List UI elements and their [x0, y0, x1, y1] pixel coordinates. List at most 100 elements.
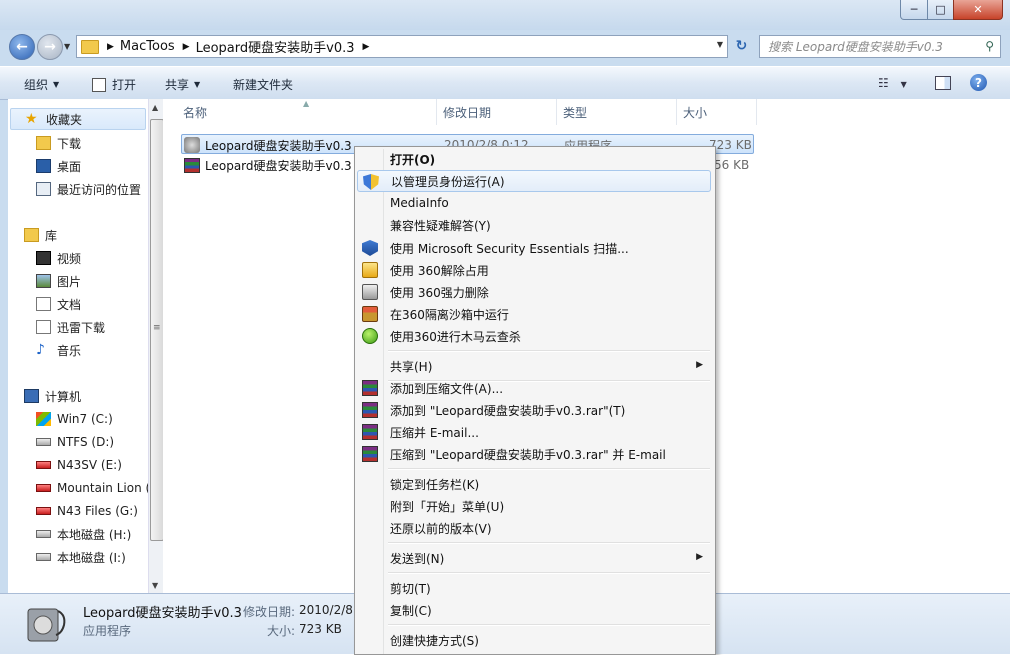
- sidebar-item-label: 本地磁盘 (H:): [57, 527, 132, 542]
- sidebar-item-label: 本地磁盘 (I:): [57, 550, 126, 565]
- column-header-type[interactable]: 类型: [557, 99, 677, 125]
- menu-item-label: 以管理员身份运行(A): [391, 174, 505, 189]
- application-icon: [92, 77, 106, 92]
- menu-separator: [388, 468, 710, 470]
- menu-item-360-cloud-scan[interactable]: 使用360进行木马云查杀: [357, 325, 711, 347]
- sidebar-item-favorites[interactable]: ★ 收藏夹: [10, 108, 146, 130]
- file-name-cell: Leopard硬盘安装助手v0.3: [184, 155, 352, 175]
- menu-item-mse-scan[interactable]: 使用 Microsoft Security Essentials 扫描...: [357, 237, 711, 259]
- breadcrumb-item-current[interactable]: Leopard硬盘安装助手v0.3: [196, 37, 355, 56]
- music-note-icon: ♪: [36, 342, 45, 358]
- sidebar-item-drive-g[interactable]: N43 Files (G:): [36, 500, 148, 522]
- details-date-label: 修改日期:: [243, 605, 296, 619]
- recent-locations-dropdown-icon[interactable]: ▼: [64, 42, 70, 51]
- 360-unlock-icon: [362, 262, 378, 278]
- search-icon[interactable]: ⚲: [985, 39, 994, 53]
- sidebar-item-label: 下载: [57, 136, 82, 151]
- address-bar[interactable]: ▶ MacToos ▶ Leopard硬盘安装助手v0.3 ▶ ▼: [76, 35, 728, 58]
- menu-item-restore-versions[interactable]: 还原以前的版本(V): [357, 517, 711, 539]
- menu-item-label: 共享(H): [390, 359, 433, 374]
- breadcrumb-chevron-icon[interactable]: ▶: [363, 42, 370, 52]
- maximize-button[interactable]: □: [927, 0, 954, 20]
- sidebar-item-computer[interactable]: 计算机: [24, 385, 148, 407]
- sidebar-item-documents[interactable]: 文档: [36, 293, 148, 315]
- sort-ascending-icon: ▲: [303, 99, 310, 108]
- menu-item-pin-taskbar[interactable]: 锁定到任务栏(K): [357, 473, 711, 495]
- file-size: 56 KB: [714, 158, 750, 172]
- details-file-name: Leopard硬盘安装助手v0.3: [83, 606, 242, 621]
- winrar-icon: [362, 446, 378, 462]
- column-header-label: 类型: [563, 105, 588, 120]
- menu-item-share[interactable]: 共享(H) ▶: [357, 355, 711, 377]
- search-input[interactable]: 搜索 Leopard硬盘安装助手v0.3 ⚲: [759, 35, 1001, 58]
- menu-item-run-as-admin[interactable]: 以管理员身份运行(A): [357, 170, 711, 192]
- menu-item-360-unlock[interactable]: 使用 360解除占用: [357, 259, 711, 281]
- menu-item-compress-rar-email[interactable]: 压缩到 "Leopard硬盘安装助手v0.3.rar" 并 E-mail: [357, 443, 711, 465]
- menu-item-mediainfo[interactable]: MediaInfo: [357, 192, 711, 214]
- sidebar-item-videos[interactable]: 视频: [36, 247, 148, 269]
- column-header-size[interactable]: 大小: [677, 99, 757, 125]
- sidebar-item-drive-f[interactable]: Mountain Lion (: [36, 477, 148, 499]
- menu-item-copy[interactable]: 复制(C): [357, 599, 711, 621]
- refresh-button[interactable]: ↻: [731, 35, 752, 56]
- column-header-label: 大小: [683, 105, 708, 120]
- new-folder-button[interactable]: 新建文件夹: [233, 76, 293, 93]
- menu-item-cut[interactable]: 剪切(T): [357, 577, 711, 599]
- sidebar-item-thunder-downloads[interactable]: 迅雷下载: [36, 316, 148, 338]
- sidebar-item-pictures[interactable]: 图片: [36, 270, 148, 292]
- sidebar-item-libraries[interactable]: 库: [24, 224, 148, 246]
- menu-item-compatibility[interactable]: 兼容性疑难解答(Y): [357, 214, 711, 236]
- sidebar-group-label: 库: [45, 228, 58, 243]
- change-view-button[interactable]: ☷ ▼: [878, 76, 907, 90]
- sidebar-item-drive-c[interactable]: Win7 (C:): [36, 408, 148, 430]
- menu-item-label: 发送到(N): [390, 551, 445, 566]
- menu-item-label: 在360隔离沙箱中运行: [390, 307, 509, 322]
- menu-item-add-to-archive[interactable]: 添加到压缩文件(A)...: [357, 377, 711, 399]
- scroll-up-icon[interactable]: ▲: [152, 103, 158, 112]
- 360-shred-icon: [362, 284, 378, 300]
- menu-item-360-sandbox[interactable]: 在360隔离沙箱中运行: [357, 303, 711, 325]
- scroll-down-icon[interactable]: ▼: [152, 581, 158, 590]
- close-button[interactable]: ✕: [953, 0, 1003, 20]
- back-button[interactable]: ←: [9, 34, 35, 60]
- application-file-icon: [184, 137, 200, 153]
- menu-item-create-shortcut[interactable]: 创建快捷方式(S): [357, 629, 711, 651]
- open-button[interactable]: 打开: [92, 76, 136, 93]
- sidebar-item-recent-places[interactable]: 最近访问的位置: [36, 178, 148, 200]
- menu-item-label: 压缩并 E-mail...: [390, 425, 479, 440]
- sidebar-item-drive-d[interactable]: NTFS (D:): [36, 431, 148, 453]
- chevron-down-icon: ▼: [53, 80, 60, 89]
- column-header-name[interactable]: 名称: [163, 99, 437, 125]
- sidebar-item-music[interactable]: ♪ 音乐: [36, 339, 148, 361]
- preview-pane-button[interactable]: [935, 76, 951, 90]
- column-header-date[interactable]: 修改日期: [437, 99, 557, 125]
- menu-item-label: 使用 360解除占用: [390, 263, 489, 278]
- menu-item-send-to[interactable]: 发送到(N) ▶: [357, 547, 711, 569]
- menu-item-label: 还原以前的版本(V): [390, 521, 492, 536]
- menu-item-open[interactable]: 打开(O): [357, 148, 711, 170]
- sidebar-item-desktop[interactable]: 桌面: [36, 155, 148, 177]
- uac-shield-icon: [363, 174, 379, 190]
- breadcrumb-item-mactoos[interactable]: MacToos: [120, 39, 175, 54]
- forward-button[interactable]: →: [37, 34, 63, 60]
- menu-item-add-to-rar[interactable]: 添加到 "Leopard硬盘安装助手v0.3.rar"(T): [357, 399, 711, 421]
- sidebar-item-drive-e[interactable]: N43SV (E:): [36, 454, 148, 476]
- sidebar-item-drive-i[interactable]: 本地磁盘 (I:): [36, 546, 148, 568]
- submenu-arrow-icon: ▶: [696, 360, 703, 370]
- breadcrumb-root-chevron-icon[interactable]: ▶: [107, 42, 114, 52]
- minimize-button[interactable]: ─: [900, 0, 928, 20]
- address-dropdown-icon[interactable]: ▼: [717, 40, 723, 49]
- organize-button[interactable]: 组织 ▼: [24, 76, 59, 93]
- menu-item-compress-email[interactable]: 压缩并 E-mail...: [357, 421, 711, 443]
- menu-item-pin-start[interactable]: 附到「开始」菜单(U): [357, 495, 711, 517]
- recent-places-icon: [36, 182, 51, 196]
- sidebar-item-drive-h[interactable]: 本地磁盘 (H:): [36, 523, 148, 545]
- file-name: Leopard硬盘安装助手v0.3: [205, 158, 352, 173]
- help-button[interactable]: ?: [970, 74, 987, 91]
- share-button[interactable]: 共享 ▼: [165, 76, 200, 93]
- navigation-pane: ★ 收藏夹 下载 桌面 最近访问的位置 库 视频 图片 文档 迅雷下载 ♪ 音乐…: [8, 99, 148, 593]
- sidebar-item-downloads[interactable]: 下载: [36, 132, 148, 154]
- navigation-pane-scrollbar[interactable]: ▲ ≡ ▼: [148, 99, 164, 593]
- menu-item-360-shred[interactable]: 使用 360强力删除: [357, 281, 711, 303]
- breadcrumb-chevron-icon[interactable]: ▶: [183, 42, 190, 52]
